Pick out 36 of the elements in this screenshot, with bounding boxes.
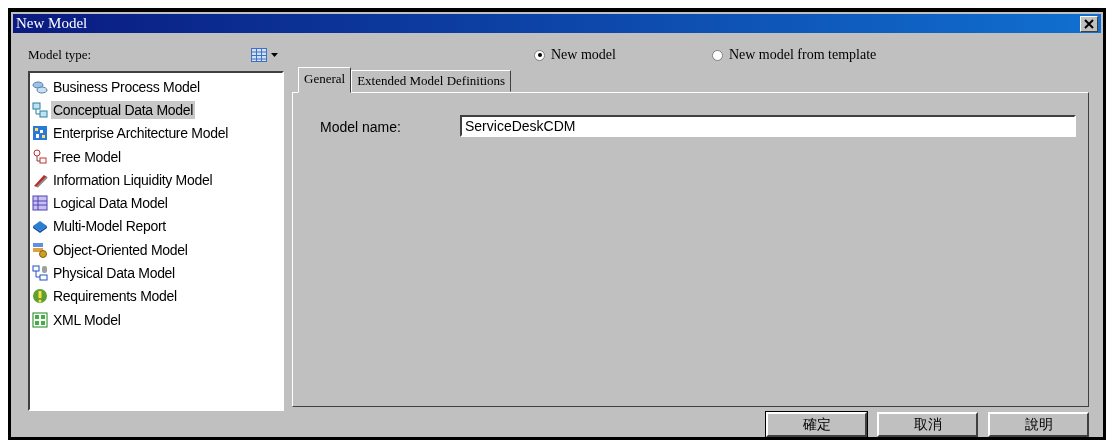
window-title: New Model (16, 15, 88, 32)
grid-icon (251, 48, 267, 62)
book-icon (32, 218, 48, 235)
model-type-item[interactable]: Object-Oriented Model (32, 238, 280, 262)
model-type-item[interactable]: XML Model (32, 307, 280, 332)
model-type-item[interactable]: Enterprise Architecture Model (32, 121, 280, 145)
mode-radio[interactable]: New model from template (711, 47, 877, 63)
model-type-item[interactable]: Requirements Model (32, 284, 280, 308)
squares-icon (32, 311, 48, 328)
model-type-item[interactable]: Business Process Model (32, 75, 280, 99)
close-button[interactable] (1080, 15, 1098, 32)
diagram-icon (32, 101, 48, 118)
dialog-button[interactable]: 說明 (988, 412, 1089, 437)
model-type-item[interactable]: Free Model (32, 144, 280, 169)
shapes-icon (32, 148, 48, 165)
dialog-button[interactable]: 取消 (877, 412, 978, 437)
model-type-item[interactable]: Conceptual Data Model (32, 98, 280, 122)
caret-icon (271, 53, 278, 57)
exclamation-icon (32, 288, 48, 305)
view-mode-button[interactable] (251, 48, 278, 62)
ellipses-icon (32, 78, 48, 95)
diagram-database-icon (32, 265, 48, 281)
model-type-item[interactable]: Physical Data Model (32, 261, 280, 285)
model-name-label: Model name: (320, 118, 402, 135)
model-type-item[interactable]: Multi-Model Report (32, 214, 280, 239)
classes-gear-icon (32, 241, 48, 258)
tab[interactable]: General (298, 67, 352, 93)
tab[interactable]: Extended Model Definitions (351, 70, 512, 92)
dialog-button[interactable]: 確定 (766, 412, 867, 437)
model-type-item[interactable]: Logical Data Model (32, 191, 280, 215)
mode-radio[interactable]: New model (534, 47, 616, 63)
grid-icon (32, 125, 48, 142)
model-name-field[interactable]: ServiceDeskCDM (460, 115, 1076, 137)
model-type-item[interactable]: Information Liquidity Model (32, 168, 280, 192)
table-icon (32, 195, 48, 212)
model-type-label: Model type: (28, 47, 92, 63)
